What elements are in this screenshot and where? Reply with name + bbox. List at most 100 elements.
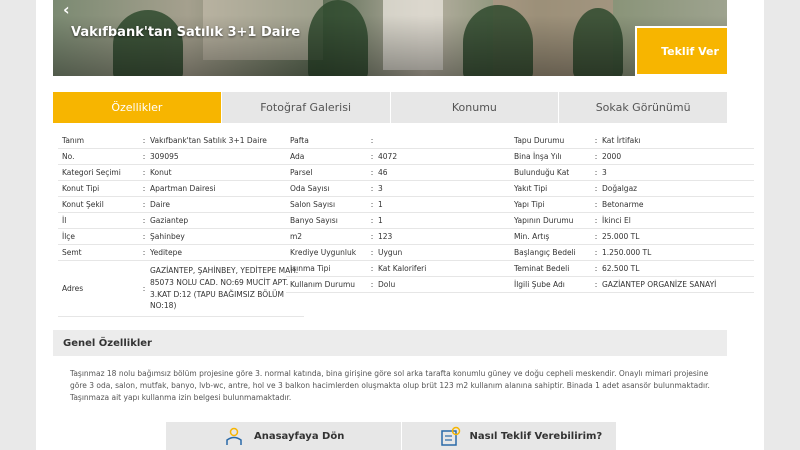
detail-key: Salon Sayısı bbox=[290, 200, 336, 209]
detail-row: Min. Artış: 25.000 TL bbox=[510, 229, 754, 245]
detail-row: Konut Şekil: Daire bbox=[58, 197, 304, 213]
bottom-actions: Anasayfaya Dön Nasıl Teklif Verebilirim? bbox=[166, 422, 616, 450]
how-to-offer-button[interactable]: Nasıl Teklif Verebilirim? bbox=[401, 422, 616, 450]
tab-photo-gallery[interactable]: Fotoğraf Galerisi bbox=[221, 92, 391, 123]
detail-value: Şahinbey bbox=[150, 232, 185, 241]
tab-location[interactable]: Konumu bbox=[390, 92, 560, 123]
how-to-offer-label: Nasıl Teklif Verebilirim? bbox=[469, 430, 603, 442]
detail-key: Teminat Bedeli bbox=[514, 264, 570, 273]
detail-row: m2: 123 bbox=[286, 229, 530, 245]
detail-row: Yapı Tipi: Betonarme bbox=[510, 197, 754, 213]
help-document-icon bbox=[440, 426, 462, 446]
detail-key: Parsel bbox=[290, 168, 313, 177]
home-button[interactable]: Anasayfaya Dön bbox=[166, 422, 402, 450]
listing-title: Vakıfbank'tan Satılık 3+1 Daire bbox=[71, 25, 301, 40]
detail-key: Konut Şekil bbox=[62, 200, 104, 209]
detail-value: 1 bbox=[378, 200, 383, 209]
detail-row: Kategori Seçimi: Konut bbox=[58, 165, 304, 181]
detail-key: Konut Tipi bbox=[62, 184, 100, 193]
detail-row: Adres: GAZİANTEP, ŞAHİNBEY, YEDİTEPE MAH… bbox=[58, 261, 304, 317]
detail-value: Uygun bbox=[378, 248, 403, 257]
detail-value: GAZİANTEP ORGANİZE SANAYİ bbox=[602, 280, 717, 289]
general-features-text: Taşınmaz 18 nolu bağımsız bölüm projesin… bbox=[70, 369, 710, 402]
detail-row: Tapu Durumu: Kat İrtifakı bbox=[510, 133, 754, 149]
detail-row: Pafta: bbox=[286, 133, 530, 149]
detail-value: Kat Kaloriferi bbox=[378, 264, 427, 273]
detail-row: Bina İnşa Yılı: 2000 bbox=[510, 149, 754, 165]
detail-row: Yakıt Tipi: Doğalgaz bbox=[510, 181, 754, 197]
detail-row: Isınma Tipi: Kat Kaloriferi bbox=[286, 261, 530, 277]
tab-features[interactable]: Özellikler bbox=[53, 92, 222, 123]
offer-button[interactable]: Teklif Ver bbox=[635, 26, 727, 76]
detail-key: Yakıt Tipi bbox=[514, 184, 548, 193]
detail-value: 46 bbox=[378, 168, 388, 177]
detail-row: Semt: Yeditepe bbox=[58, 245, 304, 261]
tab-street-view[interactable]: Sokak Görünümü bbox=[559, 92, 727, 123]
detail-row: Bulunduğu Kat: 3 bbox=[510, 165, 754, 181]
detail-value: Vakıfbank'tan Satılık 3+1 Daire bbox=[150, 136, 267, 145]
detail-key: Bina İnşa Yılı bbox=[514, 152, 562, 161]
detail-value: 1.250.000 TL bbox=[602, 248, 652, 257]
detail-row: Kullanım Durumu: Dolu bbox=[286, 277, 530, 293]
detail-key: Oda Sayısı bbox=[290, 184, 330, 193]
detail-key: Yapının Durumu bbox=[514, 216, 574, 225]
detail-row: İl: Gaziantep bbox=[58, 213, 304, 229]
tab-bar: Özellikler Fotoğraf Galerisi Konumu Soka… bbox=[53, 92, 727, 123]
detail-key: m2 bbox=[290, 232, 303, 241]
detail-value: Gaziantep bbox=[150, 216, 189, 225]
detail-key: Banyo Sayısı bbox=[290, 216, 338, 225]
detail-value: Betonarme bbox=[602, 200, 644, 209]
detail-value: 1 bbox=[378, 216, 383, 225]
detail-key: Min. Artış bbox=[514, 232, 550, 241]
detail-value: Yeditepe bbox=[150, 248, 182, 257]
details-table-2: Pafta: Ada: 4072 Parsel: 46 Oda Sayısı: … bbox=[286, 133, 530, 293]
detail-value: 3 bbox=[378, 184, 383, 193]
detail-key: İl bbox=[62, 216, 67, 225]
detail-value: 309095 bbox=[150, 152, 179, 161]
detail-value: Dolu bbox=[378, 280, 396, 289]
general-features-heading: Genel Özellikler bbox=[53, 330, 727, 356]
detail-key: İlgili Şube Adı bbox=[514, 280, 565, 289]
detail-value: 62.500 TL bbox=[602, 264, 640, 273]
detail-row: İlgili Şube Adı: GAZİANTEP ORGANİZE SANA… bbox=[510, 277, 754, 293]
detail-row: Ada: 4072 bbox=[286, 149, 530, 165]
detail-key: Krediye Uygunluk bbox=[290, 248, 357, 257]
detail-row: Başlangıç Bedeli: 1.250.000 TL bbox=[510, 245, 754, 261]
detail-value: Daire bbox=[150, 200, 170, 209]
detail-row: Teminat Bedeli: 62.500 TL bbox=[510, 261, 754, 277]
detail-value: Doğalgaz bbox=[602, 184, 638, 193]
page-container: ‹ Vakıfbank'tan Satılık 3+1 Daire Teklif… bbox=[36, 0, 764, 450]
detail-key: Yapı Tipi bbox=[514, 200, 545, 209]
detail-key: Isınma Tipi bbox=[290, 264, 331, 273]
prev-arrow-icon[interactable]: ‹ bbox=[63, 0, 70, 19]
detail-key: Bulunduğu Kat bbox=[514, 168, 570, 177]
detail-row: Konut Tipi: Apartman Dairesi bbox=[58, 181, 304, 197]
detail-value: İkinci El bbox=[602, 216, 631, 225]
detail-key: Başlangıç Bedeli bbox=[514, 248, 576, 257]
detail-key: No. bbox=[62, 152, 75, 161]
detail-row: İlçe: Şahinbey bbox=[58, 229, 304, 245]
details-table-3: Tapu Durumu: Kat İrtifakı Bina İnşa Yılı… bbox=[510, 133, 754, 293]
detail-row: Krediye Uygunluk: Uygun bbox=[286, 245, 530, 261]
detail-value: 25.000 TL bbox=[602, 232, 640, 241]
detail-row: Oda Sayısı: 3 bbox=[286, 181, 530, 197]
detail-row: Yapının Durumu: İkinci El bbox=[510, 213, 754, 229]
detail-key: Tanım bbox=[62, 136, 85, 145]
detail-value: 2000 bbox=[602, 152, 622, 161]
detail-value: 123 bbox=[378, 232, 393, 241]
home-button-label: Anasayfaya Dön bbox=[254, 430, 345, 442]
detail-value: Konut bbox=[150, 168, 172, 177]
detail-key: Semt bbox=[62, 248, 82, 257]
detail-row: Tanım: Vakıfbank'tan Satılık 3+1 Daire bbox=[58, 133, 304, 149]
detail-key: Kategori Seçimi bbox=[62, 168, 121, 177]
detail-key: Kullanım Durumu bbox=[290, 280, 356, 289]
detail-row: Salon Sayısı: 1 bbox=[286, 197, 530, 213]
detail-value: GAZİANTEP, ŞAHİNBEY, YEDİTEPE MAH. 85073… bbox=[150, 266, 299, 311]
detail-key: Tapu Durumu bbox=[514, 136, 565, 145]
detail-value: Kat İrtifakı bbox=[602, 136, 641, 145]
home-person-icon bbox=[224, 426, 246, 446]
detail-key: Adres bbox=[62, 284, 84, 293]
detail-key: Pafta bbox=[290, 136, 309, 145]
detail-row: No.: 309095 bbox=[58, 149, 304, 165]
details-table-1: Tanım: Vakıfbank'tan Satılık 3+1 Daire N… bbox=[58, 133, 304, 317]
